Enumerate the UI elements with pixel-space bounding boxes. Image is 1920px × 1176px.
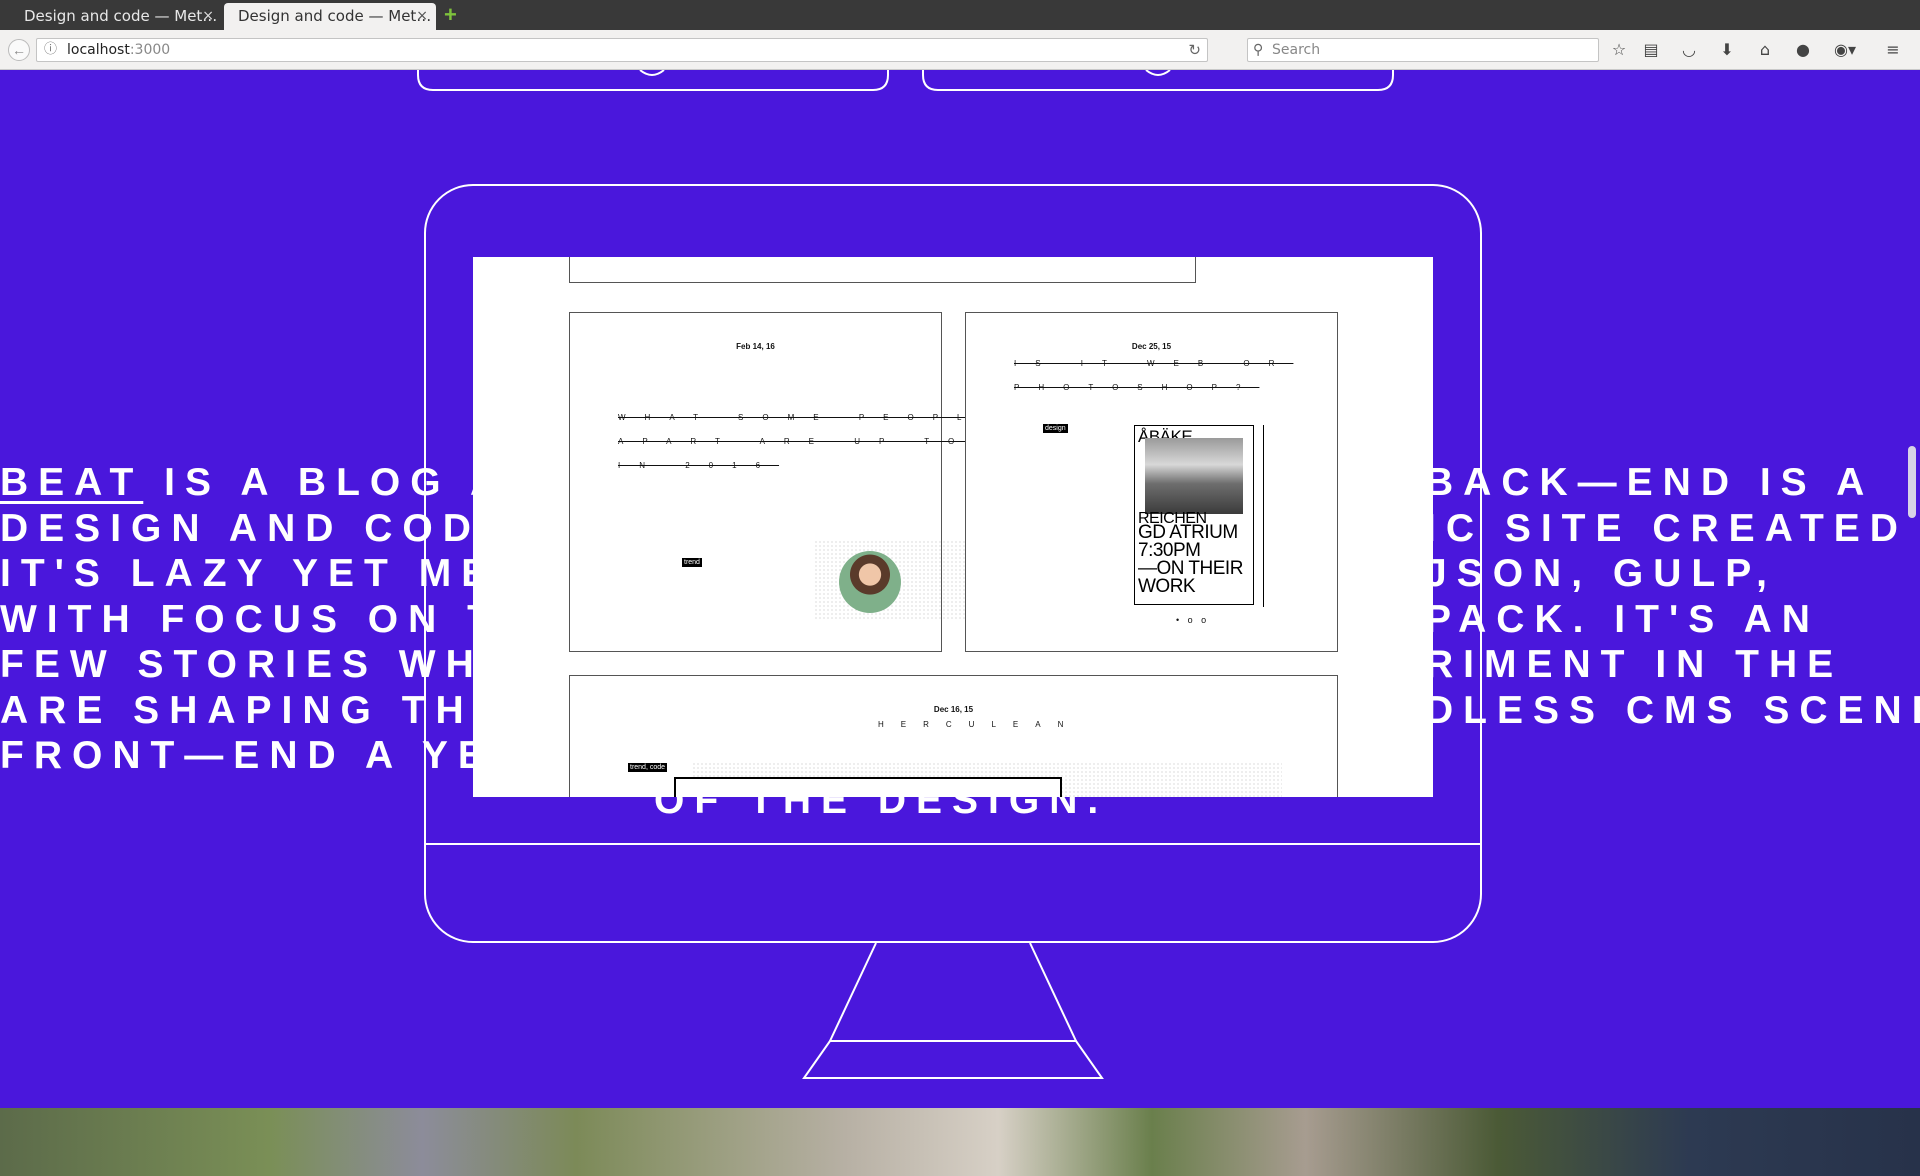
reload-icon[interactable]: ↻	[1188, 39, 1201, 61]
hero-line: BACK—END IS A	[1425, 461, 1875, 504]
tab-2[interactable]: Design and code — Met… ×	[224, 3, 436, 30]
search-input[interactable]: ⚲ Search	[1247, 38, 1599, 62]
tab-bar: Design and code — Met… × Design and code…	[0, 0, 1920, 30]
adblock-icon[interactable]: ◉▾	[1830, 39, 1860, 61]
post-date: Dec 16, 15	[933, 705, 974, 714]
card-partial-top[interactable]	[569, 257, 1196, 283]
author-avatar	[839, 551, 901, 613]
poster-edge	[1263, 425, 1264, 607]
tag-badge[interactable]: trend	[682, 558, 702, 567]
post-card-1[interactable]: Feb 14, 16 WHAT SOME PEOPLE APART ARE UP…	[569, 312, 986, 652]
photo-banner	[0, 1108, 1920, 1176]
post-title-line[interactable]: PHOTOSHOP?	[1014, 383, 1259, 392]
chat-icon[interactable]: ●	[1792, 39, 1814, 61]
post-card-3[interactable]: Dec 16, 15 HERCULEAN trend, code	[569, 675, 1338, 797]
site-info-icon[interactable]: ⓘ	[44, 39, 57, 61]
page-content: BEAT IS A BLOG AB DESIGN AND CODE. IT'S …	[0, 70, 1920, 1176]
menu-icon[interactable]: ≡	[1882, 39, 1904, 61]
back-button[interactable]: ←	[8, 39, 30, 61]
hero-line: DLESS CMS SCENE.	[1425, 688, 1920, 732]
post-title-line[interactable]: IN 2016	[618, 461, 779, 470]
post-title-line[interactable]: HERCULEAN	[878, 720, 1080, 729]
hero-line: PACK. IT'S AN	[1425, 597, 1820, 641]
post-date: Dec 25, 15	[1131, 342, 1172, 351]
hero-line: JSON, GULP,	[1425, 552, 1778, 595]
new-tab-button[interactable]: +	[444, 4, 457, 26]
poster-photo	[1145, 438, 1243, 514]
hero-right-column: BACK—END IS A IC SITE CREATED JSON, GULP…	[1425, 460, 1920, 733]
hero-line: RIMENT IN THE	[1425, 643, 1844, 686]
home-icon[interactable]: ⌂	[1754, 39, 1776, 61]
bookmark-star-icon[interactable]: ☆	[1608, 39, 1630, 61]
post-date: Feb 14, 16	[736, 342, 775, 351]
search-icon: ⚲	[1253, 42, 1264, 58]
tab-2-title: Design and code — Met…	[238, 7, 432, 25]
pocket-icon[interactable]: ◡	[1678, 39, 1700, 61]
tag-badge[interactable]: design	[1043, 424, 1068, 433]
monitor-screen: Feb 14, 16 WHAT SOME PEOPLE APART ARE UP…	[473, 257, 1433, 797]
tab-1[interactable]: Design and code — Met… ×	[10, 3, 222, 30]
url-bar[interactable]: ⓘ localhost:3000 ↻	[36, 38, 1208, 62]
post-image-frame	[674, 777, 1062, 797]
hero-line: IC SITE CREATED	[1425, 506, 1908, 550]
tag-badge[interactable]: trend, code	[628, 763, 668, 772]
search-placeholder: Search	[1272, 42, 1321, 58]
beat-link[interactable]: BEAT	[0, 461, 143, 504]
url-host: localhost	[67, 42, 130, 58]
nav-bar: ← ⓘ localhost:3000 ↻ ⚲ Search ☆ ▤ ◡ ⬇ ⌂ …	[0, 30, 1920, 70]
post-title-line[interactable]: IS IT WEB OR	[1014, 359, 1293, 368]
scrollbar-thumb[interactable]	[1908, 446, 1916, 518]
event-poster: ÅBÄKE REICHEN GD ATRIUM 7:30PM —ON THEIR…	[1134, 425, 1254, 605]
post-title-line[interactable]: WHAT SOME PEOPLE	[618, 413, 1005, 422]
poster-line: WORK	[1138, 576, 1196, 597]
close-tab-2-icon[interactable]: ×	[416, 3, 428, 30]
tab-1-title: Design and code — Met…	[24, 7, 218, 25]
close-tab-1-icon[interactable]: ×	[202, 3, 214, 30]
downloads-icon[interactable]: ⬇	[1716, 39, 1738, 61]
carousel-pager[interactable]: • o o	[1176, 615, 1209, 625]
post-title-line[interactable]: APART ARE UP TO	[618, 437, 973, 446]
reading-list-icon[interactable]: ▤	[1640, 39, 1662, 61]
post-card-2[interactable]: Dec 25, 15 IS IT WEB OR PHOTOSHOP? desig…	[965, 312, 1338, 652]
back-arrow-icon: ←	[12, 42, 26, 58]
url-port: :3000	[129, 42, 171, 58]
